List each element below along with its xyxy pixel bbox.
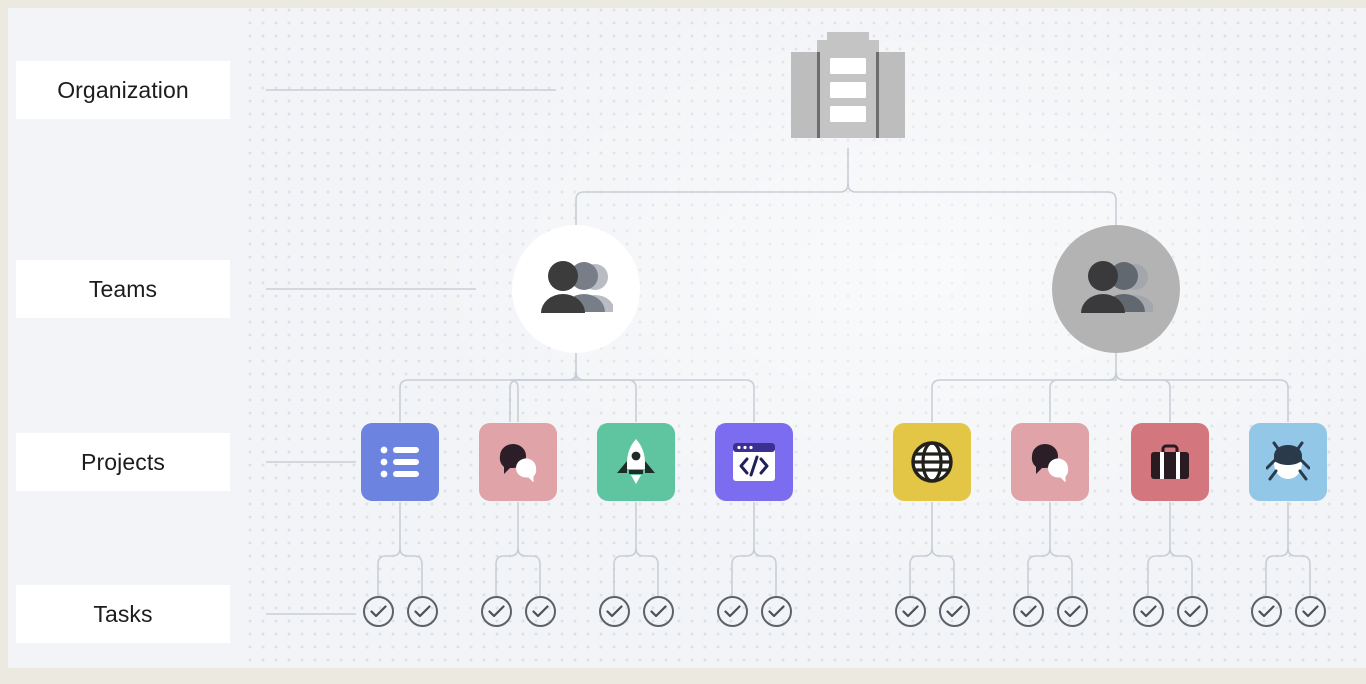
organization-node[interactable] — [789, 20, 907, 155]
team-node-1[interactable] — [512, 225, 640, 353]
row-label-text: Tasks — [93, 600, 153, 627]
project-tile-bg — [361, 423, 439, 501]
check-circle-icon — [1057, 596, 1088, 627]
check-circle-icon — [481, 596, 512, 627]
rocket-icon — [617, 439, 655, 484]
task-node[interactable] — [599, 596, 630, 627]
project-tile-briefcase[interactable] — [1131, 423, 1209, 501]
project-tile-list[interactable] — [361, 423, 439, 501]
check-circle-icon — [1133, 596, 1164, 627]
team-circle — [1052, 225, 1180, 353]
check-circle-icon — [895, 596, 926, 627]
project-tile-bg — [715, 423, 793, 501]
globe-icon — [911, 441, 953, 483]
project-tile-bg — [1249, 423, 1327, 501]
check-circle-icon — [1177, 596, 1208, 627]
check-circle-icon — [1295, 596, 1326, 627]
task-node[interactable] — [525, 596, 556, 627]
row-label-organization: Organization — [16, 61, 230, 119]
task-node[interactable] — [895, 596, 926, 627]
project-tile-rocket[interactable] — [597, 423, 675, 501]
task-node[interactable] — [1013, 596, 1044, 627]
task-node[interactable] — [761, 596, 792, 627]
task-node[interactable] — [1295, 596, 1326, 627]
check-circle-icon — [717, 596, 748, 627]
project-tile-bg — [479, 423, 557, 501]
project-tile-chat-2[interactable] — [1011, 423, 1089, 501]
check-circle-icon — [1013, 596, 1044, 627]
diagram-root: Organization Teams Projects Tasks — [0, 0, 1366, 684]
bulleted-list-icon — [380, 446, 419, 478]
chat-bubbles-icon — [499, 444, 537, 482]
bug-icon — [1266, 441, 1310, 481]
project-tile-bug[interactable] — [1249, 423, 1327, 501]
project-tile-code[interactable] — [715, 423, 793, 501]
task-node[interactable] — [407, 596, 438, 627]
row-label-text: Projects — [81, 448, 165, 475]
row-label-tasks: Tasks — [16, 585, 230, 643]
briefcase-icon — [1151, 444, 1189, 479]
task-node[interactable] — [939, 596, 970, 627]
row-label-text: Teams — [88, 275, 158, 302]
check-circle-icon — [525, 596, 556, 627]
check-circle-icon — [761, 596, 792, 627]
people-group-icon — [1081, 261, 1153, 313]
check-circle-icon — [407, 596, 438, 627]
project-tile-bg — [1131, 423, 1209, 501]
code-window-icon — [733, 443, 775, 481]
project-tile-globe[interactable] — [893, 423, 971, 501]
task-node[interactable] — [1057, 596, 1088, 627]
task-node[interactable] — [1133, 596, 1164, 627]
task-node[interactable] — [363, 596, 394, 627]
check-circle-icon — [363, 596, 394, 627]
project-tile-chat-1[interactable] — [479, 423, 557, 501]
check-circle-icon — [1251, 596, 1282, 627]
team-node-2[interactable] — [1052, 225, 1180, 353]
check-circle-icon — [643, 596, 674, 627]
task-node[interactable] — [481, 596, 512, 627]
project-tile-bg — [597, 423, 675, 501]
task-node[interactable] — [1177, 596, 1208, 627]
chat-bubbles-icon — [1031, 444, 1069, 482]
task-node[interactable] — [643, 596, 674, 627]
team-circle — [512, 225, 640, 353]
diagram-canvas: Organization Teams Projects Tasks — [8, 8, 1366, 668]
row-label-text: Organization — [57, 76, 189, 103]
people-group-icon — [541, 261, 613, 313]
row-label-teams: Teams — [16, 260, 230, 318]
check-circle-icon — [939, 596, 970, 627]
row-label-projects: Projects — [16, 433, 230, 491]
project-tile-bg — [893, 423, 971, 501]
project-tile-bg — [1011, 423, 1089, 501]
task-node[interactable] — [1251, 596, 1282, 627]
check-circle-icon — [599, 596, 630, 627]
task-node[interactable] — [717, 596, 748, 627]
office-building-icon — [791, 32, 905, 138]
